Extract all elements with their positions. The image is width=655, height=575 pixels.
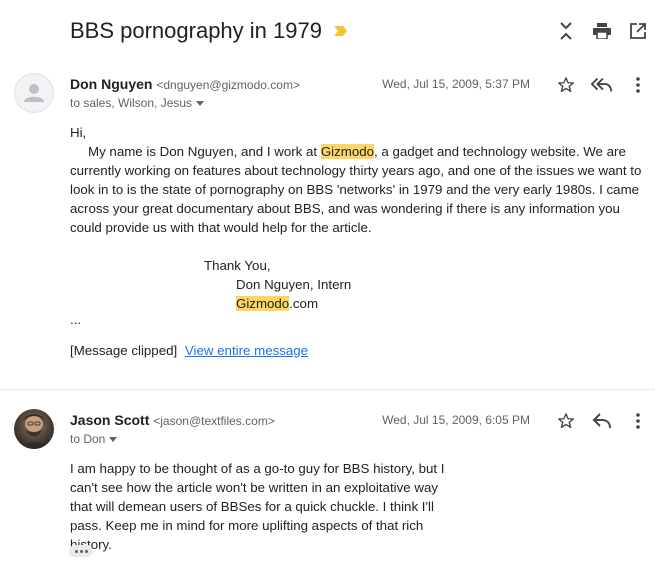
show-trimmed-content-button[interactable] (69, 545, 93, 557)
message-divider (0, 389, 655, 390)
clipped-notice: [Message clipped] View entire message (70, 341, 648, 360)
star-icon[interactable] (555, 74, 577, 96)
recipients[interactable]: to Don (70, 432, 118, 446)
trimmed-ellipsis: ... (70, 312, 82, 327)
paragraph-part: My name is Don Nguyen, and I work at (88, 144, 321, 159)
subject-row: BBS pornography in 1979 (0, 0, 655, 64)
thread-toolbar (555, 20, 649, 42)
reply-all-icon[interactable] (591, 74, 613, 96)
sender-email: <jason@textfiles.com> (153, 414, 275, 428)
message-actions (555, 410, 649, 432)
collapse-all-icon[interactable] (555, 20, 577, 42)
recipients-label: to sales, Wilson, Jesus (70, 96, 193, 110)
paragraph: My name is Don Nguyen, and I work at Giz… (70, 142, 648, 237)
recipients[interactable]: to sales, Wilson, Jesus (70, 96, 205, 110)
greeting: Hi, (70, 125, 87, 140)
chevron-down-icon[interactable] (109, 436, 118, 442)
sender-name[interactable]: Jason Scott (70, 412, 149, 428)
signature-name: Don Nguyen, Intern (236, 277, 352, 292)
avatar (14, 73, 54, 113)
highlight-term: Gizmodo (320, 144, 375, 159)
chevron-down-icon[interactable] (196, 100, 205, 106)
message-body: I am happy to be thought of as a go-to g… (70, 461, 445, 552)
dot (74, 549, 78, 553)
signature-site-rest: .com (289, 296, 319, 311)
avatar (14, 409, 54, 449)
print-icon[interactable] (591, 20, 613, 42)
sender-line: Don Nguyen <dnguyen@gizmodo.com> (70, 76, 300, 92)
message-date: Wed, Jul 15, 2009, 5:37 PM (382, 77, 530, 91)
sender-line: Jason Scott <jason@textfiles.com> (70, 412, 275, 428)
star-icon[interactable] (555, 410, 577, 432)
more-options-icon[interactable] (627, 410, 649, 432)
important-marker-icon[interactable] (334, 25, 348, 37)
open-new-window-icon[interactable] (627, 20, 649, 42)
clipped-label: [Message clipped] (70, 343, 178, 358)
highlight-term: Gizmodo (236, 296, 290, 311)
reply-icon[interactable] (591, 410, 613, 432)
signature-site: Gizmodo.com (70, 294, 648, 313)
message-body: Hi, My name is Don Nguyen, and I work at… (70, 123, 648, 360)
message-date: Wed, Jul 15, 2009, 6:05 PM (382, 413, 530, 427)
sender-email: <dnguyen@gizmodo.com> (156, 78, 300, 92)
more-options-icon[interactable] (627, 74, 649, 96)
message-actions (555, 74, 649, 96)
dot (79, 549, 83, 553)
dot (84, 549, 88, 553)
view-entire-message-link[interactable]: View entire message (185, 343, 308, 358)
thread-subject: BBS pornography in 1979 (70, 18, 322, 43)
signoff: Thank You, (204, 258, 271, 273)
recipients-label: to Don (70, 432, 106, 446)
sender-name[interactable]: Don Nguyen (70, 76, 152, 92)
